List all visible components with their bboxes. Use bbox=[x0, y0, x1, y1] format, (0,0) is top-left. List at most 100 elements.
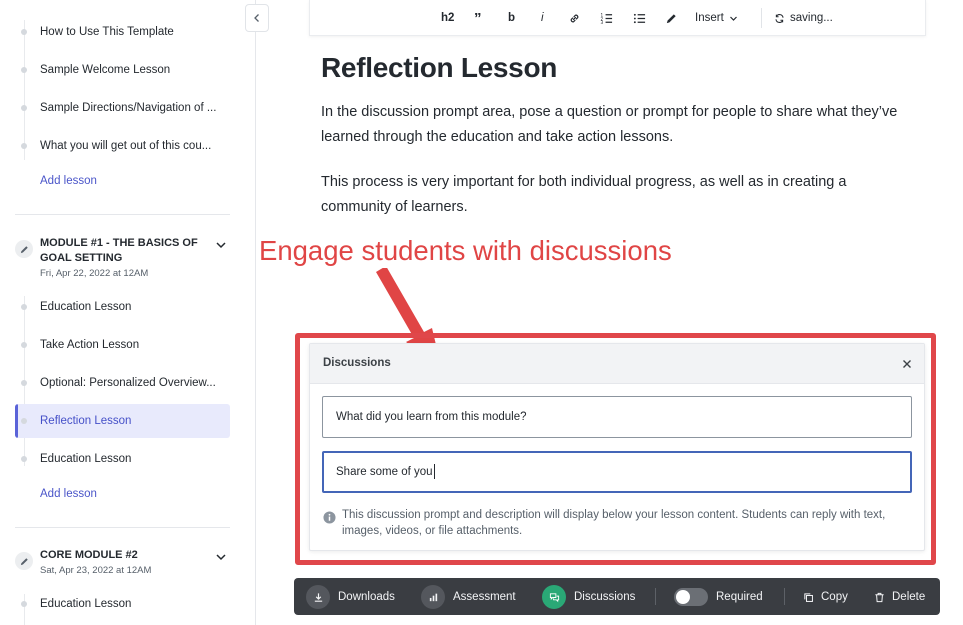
action-bar-separator bbox=[655, 588, 656, 605]
close-icon[interactable] bbox=[900, 357, 914, 371]
lesson-dot bbox=[21, 304, 27, 310]
lesson-paragraph[interactable]: In the discussion prompt area, pose a qu… bbox=[321, 100, 901, 150]
chevron-down-icon[interactable] bbox=[215, 239, 227, 251]
sidebar-lesson-education-2[interactable]: Education Lesson bbox=[15, 442, 230, 476]
collapse-sidebar-button[interactable] bbox=[245, 4, 269, 32]
sidebar-lesson-education-3[interactable]: Education Lesson bbox=[15, 587, 230, 621]
bullet-list-button[interactable] bbox=[633, 10, 646, 26]
insert-menu-button[interactable]: Insert bbox=[695, 10, 738, 26]
add-lesson-link[interactable]: Add lesson bbox=[40, 175, 97, 187]
module-date: Sat, Apr 23, 2022 at 12AM bbox=[40, 565, 152, 576]
lesson-title[interactable]: Reflection Lesson bbox=[321, 52, 557, 84]
lesson-dot bbox=[21, 29, 27, 35]
insert-label: Insert bbox=[695, 12, 724, 24]
copy-button[interactable]: Copy bbox=[803, 585, 848, 609]
sidebar-lesson-welcome[interactable]: Sample Welcome Lesson bbox=[15, 53, 230, 87]
required-label: Required bbox=[716, 591, 763, 603]
annotation-callout: Engage students with discussions bbox=[259, 235, 672, 266]
lesson-label: Education Lesson bbox=[40, 453, 132, 465]
ordered-list-icon: 123 bbox=[600, 12, 613, 25]
discussions-title: Discussions bbox=[323, 357, 391, 369]
action-bar-separator bbox=[784, 588, 785, 605]
bold-button[interactable]: b bbox=[508, 10, 515, 26]
toolbar-separator bbox=[761, 8, 762, 28]
lesson-label: Education Lesson bbox=[40, 598, 132, 610]
lesson-label: Education Lesson bbox=[40, 301, 132, 313]
discussion-description-input[interactable] bbox=[322, 451, 912, 493]
info-icon bbox=[323, 511, 336, 524]
quote-button[interactable]: ” bbox=[474, 10, 482, 27]
bullet-list-icon bbox=[633, 13, 646, 23]
lesson-label: What you will get out of this cou... bbox=[40, 140, 212, 152]
lesson-label: Sample Welcome Lesson bbox=[40, 64, 171, 76]
lesson-dot bbox=[21, 380, 27, 386]
discussions-panel: Discussions This discussion prompt and d… bbox=[309, 343, 925, 551]
copy-icon bbox=[804, 592, 813, 602]
chevron-down-icon[interactable] bbox=[215, 551, 227, 563]
copy-label: Copy bbox=[821, 591, 848, 603]
lesson-dot bbox=[21, 143, 27, 149]
chat-bubbles-icon bbox=[542, 585, 566, 609]
delete-button[interactable]: Delete bbox=[874, 585, 925, 609]
save-status-text: saving... bbox=[790, 12, 833, 24]
sidebar-lesson-education[interactable]: Education Lesson bbox=[15, 290, 230, 324]
module-header-2[interactable]: CORE MODULE #2 Sat, Apr 23, 2022 at 12AM bbox=[15, 548, 230, 580]
discussions-header: Discussions bbox=[310, 344, 924, 384]
editor-toolbar: h2 ” b i 123 Insert saving... bbox=[309, 0, 926, 36]
lesson-dot bbox=[21, 601, 27, 607]
sidebar-lesson-what-you-get[interactable]: What you will get out of this cou... bbox=[15, 129, 230, 163]
trash-icon bbox=[875, 592, 884, 602]
lesson-label: Optional: Personalized Overview... bbox=[40, 377, 216, 389]
svg-text:3: 3 bbox=[600, 20, 603, 25]
pencil-icon[interactable] bbox=[15, 552, 33, 570]
assessment-label: Assessment bbox=[453, 591, 516, 603]
link-button[interactable] bbox=[568, 10, 581, 26]
sync-icon bbox=[775, 13, 784, 23]
downloads-label: Downloads bbox=[338, 591, 395, 603]
pen-icon bbox=[666, 13, 676, 23]
lesson-dot bbox=[21, 67, 27, 73]
required-toggle[interactable]: Required bbox=[674, 585, 763, 609]
sidebar-lesson-directions[interactable]: Sample Directions/Navigation of ... bbox=[15, 91, 230, 125]
sidebar-lesson-take-action[interactable]: Take Action Lesson bbox=[15, 328, 230, 362]
discussions-info-text: This discussion prompt and description w… bbox=[342, 509, 886, 537]
module-divider bbox=[15, 527, 230, 528]
lesson-label: Sample Directions/Navigation of ... bbox=[40, 102, 217, 114]
heading2-button[interactable]: h2 bbox=[441, 10, 454, 26]
lesson-dot bbox=[21, 418, 27, 424]
lesson-action-bar: Downloads Assessment Discussions Require… bbox=[294, 578, 940, 615]
module-header-1[interactable]: MODULE #1 - THE BASICS OF GOAL SETTING F… bbox=[15, 236, 230, 282]
assessment-button[interactable]: Assessment bbox=[421, 585, 516, 609]
lesson-label: Reflection Lesson bbox=[40, 415, 132, 427]
link-icon bbox=[570, 14, 579, 22]
lesson-label: Take Action Lesson bbox=[40, 339, 140, 351]
lesson-dot bbox=[21, 342, 27, 348]
module-divider bbox=[15, 214, 230, 215]
pencil-icon[interactable] bbox=[15, 240, 33, 258]
ordered-list-button[interactable]: 123 bbox=[600, 10, 613, 26]
discussion-prompt-input[interactable] bbox=[322, 396, 912, 438]
chevron-left-icon bbox=[254, 14, 259, 22]
sidebar-lesson-reflection-active[interactable]: Reflection Lesson bbox=[15, 404, 230, 438]
downloads-button[interactable]: Downloads bbox=[306, 585, 395, 609]
add-lesson-link[interactable]: Add lesson bbox=[40, 488, 97, 500]
module-title: CORE MODULE #2 bbox=[40, 549, 138, 561]
chevron-down-icon bbox=[729, 16, 737, 21]
course-outline-sidebar: How to Use This Template Sample Welcome … bbox=[0, 0, 256, 625]
module-date: Fri, Apr 22, 2022 at 12AM bbox=[40, 268, 149, 279]
pen-button[interactable] bbox=[665, 10, 678, 26]
lesson-dot bbox=[21, 456, 27, 462]
italic-button[interactable]: i bbox=[541, 10, 544, 26]
delete-label: Delete bbox=[892, 591, 926, 603]
module-title: MODULE #1 - THE BASICS OF GOAL SETTING bbox=[40, 237, 198, 264]
lesson-paragraph[interactable]: This process is very important for both … bbox=[321, 170, 901, 220]
lesson-label: How to Use This Template bbox=[40, 26, 174, 38]
text-caret bbox=[434, 464, 435, 479]
lesson-dot bbox=[21, 105, 27, 111]
discussions-button[interactable]: Discussions bbox=[542, 585, 635, 609]
bar-chart-icon bbox=[421, 585, 445, 609]
sidebar-lesson-how-to-use[interactable]: How to Use This Template bbox=[15, 15, 230, 49]
download-icon bbox=[306, 585, 330, 609]
sidebar-lesson-personalized-overview[interactable]: Optional: Personalized Overview... bbox=[15, 366, 230, 400]
required-switch[interactable] bbox=[674, 588, 708, 606]
